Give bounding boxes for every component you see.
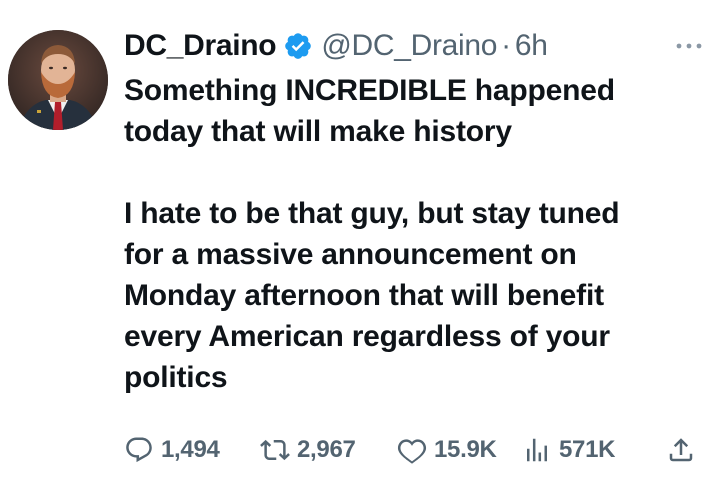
handle[interactable]: @DC_Draino — [321, 29, 497, 63]
retweet-icon — [260, 439, 290, 461]
views-count: 571K — [559, 436, 616, 463]
action-bar: 1,494 2,967 15.9K 571K — [124, 432, 709, 468]
like-button[interactable]: 15.9K — [397, 432, 497, 468]
tweet[interactable]: DC_Draino @DC_Draino · 6h Something INCR… — [0, 0, 721, 488]
tweet-header: DC_Draino @DC_Draino · 6h — [124, 26, 548, 66]
separator-dot: · — [501, 29, 511, 62]
verified-badge-icon[interactable] — [283, 31, 313, 61]
reply-icon — [126, 437, 152, 463]
views-icon — [527, 438, 547, 462]
heart-icon — [397, 439, 427, 464]
retweet-count: 2,967 — [297, 436, 356, 463]
share-button[interactable] — [666, 432, 696, 468]
timestamp[interactable]: 6h — [515, 29, 548, 63]
tweet-paragraph-1: Something INCREDIBLE happened today that… — [124, 74, 615, 148]
more-icon[interactable] — [675, 38, 703, 49]
views-button[interactable]: 571K — [522, 432, 615, 468]
share-icon — [669, 438, 693, 462]
reply-button[interactable]: 1,494 — [124, 432, 220, 468]
reply-count: 1,494 — [161, 436, 220, 463]
like-count: 15.9K — [434, 436, 497, 463]
tweet-paragraph-2: I hate to be that guy, but stay tuned fo… — [124, 197, 620, 394]
avatar[interactable] — [8, 30, 108, 130]
display-name[interactable]: DC_Draino — [124, 29, 277, 63]
tweet-text: Something INCREDIBLE happened today that… — [124, 70, 709, 398]
retweet-button[interactable]: 2,967 — [260, 432, 356, 468]
